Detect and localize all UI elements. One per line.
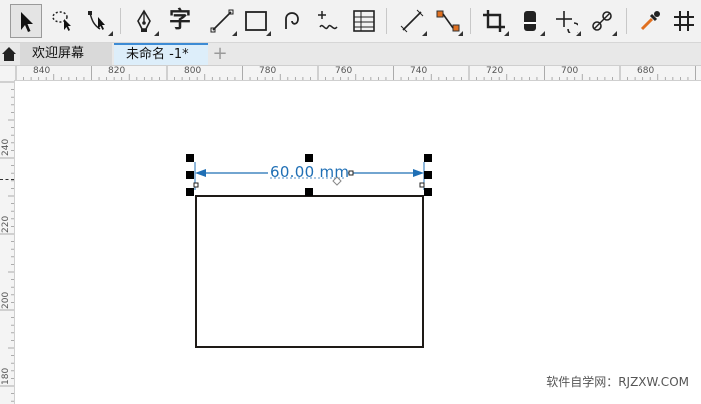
dimension-arrow-right-icon [413,169,424,177]
selection-handle-bottom-center[interactable] [305,188,313,196]
selection-handle-top-left[interactable] [186,154,194,162]
dimension-line[interactable] [0,0,701,404]
watermark-text: 软件自学网：RJZXW.COM [546,375,689,389]
dimension-node-handle[interactable] [419,182,425,188]
dimension-node-handle[interactable] [193,182,199,188]
dimension-arrow-left-icon [195,169,206,177]
dimension-node-handle[interactable] [348,170,354,176]
selection-handle-bottom-left[interactable] [186,188,194,196]
dimension-label[interactable]: 60.00 mm [270,163,349,181]
selection-handle-top-center[interactable] [305,154,313,162]
selection-handle-middle-right[interactable] [424,171,432,179]
selection-handle-top-right[interactable] [424,154,432,162]
selection-handle-middle-left[interactable] [186,171,194,179]
selection-handle-bottom-right[interactable] [424,188,432,196]
